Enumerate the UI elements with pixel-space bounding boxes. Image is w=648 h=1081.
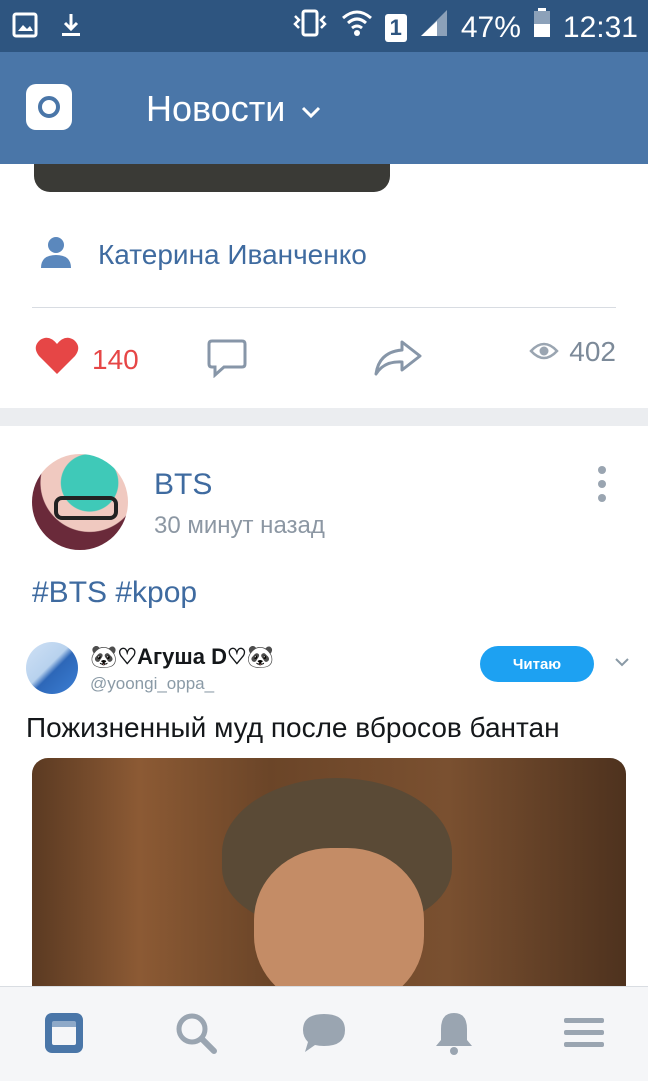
status-bar: 1 47% 12:31 xyxy=(0,0,648,52)
embedded-tweet-header: 🐼♡Агуша D♡🐼 @yoongi_oppa_ Читаю xyxy=(26,640,629,700)
share-button[interactable] xyxy=(372,338,424,383)
post-image[interactable] xyxy=(34,164,390,192)
battery-icon xyxy=(533,8,551,47)
author-name: Катерина Иванченко xyxy=(98,238,367,270)
post-actions: 140 402 xyxy=(0,332,648,382)
post-hashtags[interactable]: #BTS #kpop xyxy=(32,576,197,610)
comment-button[interactable] xyxy=(206,338,248,383)
page-title: Новости xyxy=(146,88,286,129)
post-author[interactable]: Катерина Иванченко xyxy=(38,234,367,275)
chevron-down-icon xyxy=(614,650,630,673)
photo-detail xyxy=(254,848,424,986)
messages-icon[interactable] xyxy=(298,1007,350,1059)
tweet-avatar xyxy=(26,642,78,694)
like-button[interactable]: 140 xyxy=(34,336,139,383)
user-icon xyxy=(38,234,74,275)
app-bar: Новости xyxy=(0,52,648,164)
avatar-photo-detail xyxy=(54,496,118,520)
like-count: 140 xyxy=(92,343,139,375)
comment-icon xyxy=(206,339,248,382)
download-icon xyxy=(58,12,84,43)
view-count: 402 xyxy=(529,336,616,368)
follow-button: Читаю xyxy=(480,646,594,682)
notifications-icon[interactable] xyxy=(428,1007,480,1059)
sim-badge: 1 xyxy=(384,13,407,42)
eye-icon xyxy=(529,336,559,368)
heart-icon xyxy=(34,336,80,383)
bottom-navigation xyxy=(0,986,648,1081)
post-image[interactable] xyxy=(32,758,626,986)
share-icon xyxy=(372,340,424,382)
tweet-author-name: 🐼♡Агуша D♡🐼 xyxy=(90,644,275,669)
feed-selector[interactable]: Новости xyxy=(146,88,321,130)
wifi-icon xyxy=(341,8,373,47)
tweet-handle: @yoongi_oppa_ xyxy=(90,674,215,693)
battery-percent: 47% xyxy=(460,10,521,44)
chevron-down-icon xyxy=(301,97,321,125)
group-avatar[interactable] xyxy=(32,454,128,550)
vibrate-icon xyxy=(291,8,329,47)
post-time: 30 минут назад xyxy=(154,512,325,539)
more-options-icon[interactable] xyxy=(598,466,608,502)
search-icon[interactable] xyxy=(170,1007,222,1059)
group-name[interactable]: BTS xyxy=(154,468,212,502)
clock: 12:31 xyxy=(562,10,638,44)
gallery-icon xyxy=(12,12,38,43)
menu-icon[interactable] xyxy=(558,1007,610,1059)
tweet-text: Пожизненный муд после вбросов бантан xyxy=(26,712,560,743)
camera-icon[interactable] xyxy=(26,84,72,130)
divider xyxy=(32,307,616,308)
views-value: 402 xyxy=(569,336,616,367)
news-icon[interactable] xyxy=(38,1007,90,1059)
signal-icon xyxy=(419,8,449,47)
post-card: BTS 30 минут назад #BTS #kpop 🐼♡Агуша D♡… xyxy=(0,426,648,986)
post-card: Катерина Иванченко 140 402 xyxy=(0,164,648,408)
